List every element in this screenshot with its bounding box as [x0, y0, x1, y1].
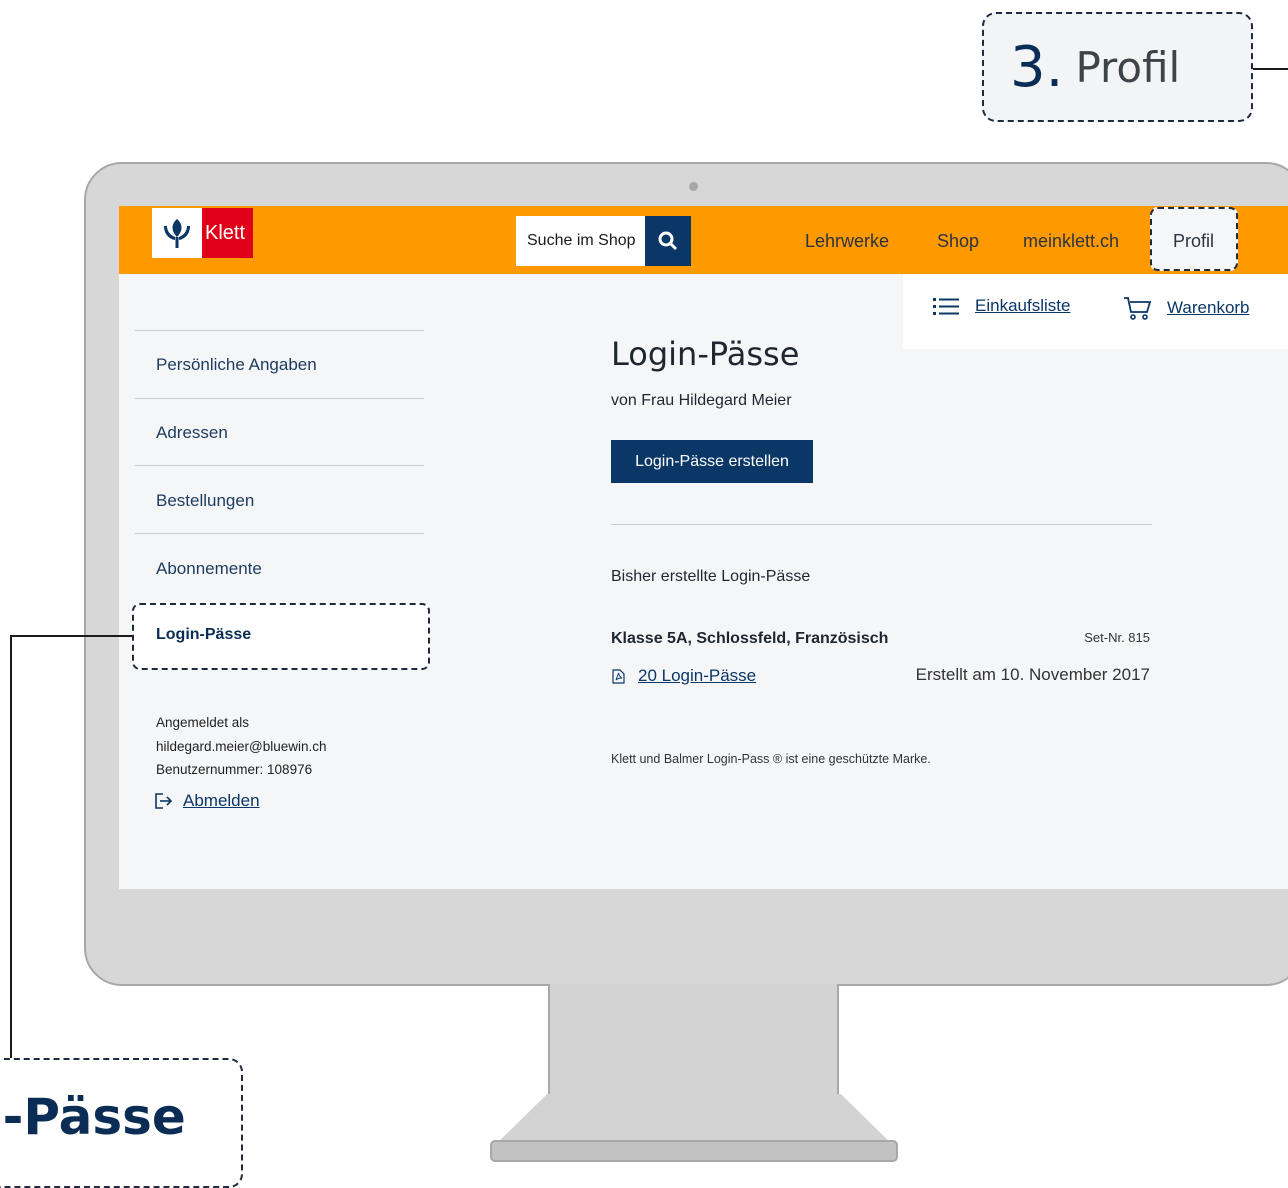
- pdf-icon: [612, 668, 625, 684]
- list-heading: Bisher erstellte Login-Pässe: [611, 568, 811, 585]
- account-info: Angemeldet als hildegard.meier@bluewin.c…: [156, 711, 327, 782]
- account-email: hildegard.meier@bluewin.ch: [156, 738, 327, 754]
- sidebar-item-login-paesse[interactable]: Login-Pässe: [156, 626, 251, 644]
- monitor-stand-foot: [490, 1140, 898, 1162]
- owner-subtitle: von Frau Hildegard Meier: [611, 392, 792, 409]
- klett-lily-icon: [152, 208, 202, 258]
- set-number: Set-Nr. 815: [1084, 630, 1150, 645]
- cart-label: Warenkorb: [1167, 298, 1250, 317]
- nav-lehrwerke[interactable]: Lehrwerke: [805, 206, 889, 274]
- callout-connector: [10, 635, 12, 1059]
- sidebar-item-adressen[interactable]: Adressen: [156, 423, 228, 443]
- sidebar-divider: [135, 465, 424, 466]
- search-icon: [658, 231, 678, 251]
- shopping-list-link[interactable]: Einkaufsliste: [933, 296, 1070, 316]
- logout-label: Abmelden: [183, 791, 260, 810]
- nav-meinklett[interactable]: meinklett.ch: [1023, 206, 1119, 274]
- step-label: Profil: [1075, 42, 1181, 92]
- klett-logo-text: Klett: [202, 208, 253, 258]
- trademark-note: Klett und Balmer Login-Pass ® ist eine g…: [611, 752, 931, 766]
- camera-dot: [689, 182, 698, 191]
- callout-connector: [10, 635, 132, 637]
- list-icon: [933, 298, 959, 315]
- sidebar-divider: [135, 533, 424, 534]
- created-date: Erstellt am 10. November 2017: [915, 665, 1150, 684]
- shopping-list-label: Einkaufsliste: [975, 296, 1071, 315]
- sidebar-divider: [135, 330, 424, 331]
- cart-link[interactable]: Warenkorb: [1123, 296, 1250, 320]
- logout-link[interactable]: Abmelden: [155, 791, 260, 811]
- sidebar-item-bestellungen[interactable]: Bestellungen: [156, 491, 254, 511]
- top-navigation-bar: Klett Suche im Shop Lehrwerke Shop meink…: [119, 206, 1288, 274]
- search-button[interactable]: [645, 216, 691, 266]
- klett-logo[interactable]: Klett: [152, 208, 253, 258]
- sidebar-item-abonnemente[interactable]: Abonnemente: [156, 559, 262, 579]
- login-passes-pdf-link[interactable]: 20 Login-Pässe: [612, 666, 756, 686]
- set-title: Klasse 5A, Schlossfeld, Französisch: [611, 630, 889, 647]
- sidebar-divider: [135, 398, 424, 399]
- browser-screen: Klett Suche im Shop Lehrwerke Shop meink…: [119, 206, 1288, 889]
- utility-bar: Einkaufsliste Warenkorb: [903, 274, 1288, 349]
- callout-connector: [1253, 68, 1288, 70]
- pdf-link-label: 20 Login-Pässe: [638, 666, 757, 685]
- zoom-callout-text: n-Pässe: [0, 1088, 186, 1146]
- page-title: Login-Pässe: [611, 335, 800, 373]
- user-number: Benutzernummer: 108976: [156, 762, 313, 777]
- create-login-passes-button[interactable]: Login-Pässe erstellen: [611, 440, 813, 483]
- monitor-stand-neck: [548, 984, 839, 1096]
- login-paesse-zoom-callout: n-Pässe: [0, 1058, 243, 1188]
- sidebar-item-persoenliche-angaben[interactable]: Persönliche Angaben: [156, 355, 317, 375]
- content-divider: [611, 524, 1152, 525]
- logged-in-label: Angemeldet als: [156, 715, 250, 730]
- step-number: 3.: [1010, 34, 1064, 100]
- nav-shop[interactable]: Shop: [937, 206, 979, 274]
- step-callout-profil: 3. Profil: [982, 12, 1253, 122]
- shop-search: Suche im Shop: [516, 216, 691, 266]
- logout-icon: [155, 793, 173, 809]
- cart-icon: [1124, 297, 1151, 320]
- nav-profil[interactable]: Profil: [1173, 206, 1214, 274]
- search-input[interactable]: Suche im Shop: [516, 216, 645, 266]
